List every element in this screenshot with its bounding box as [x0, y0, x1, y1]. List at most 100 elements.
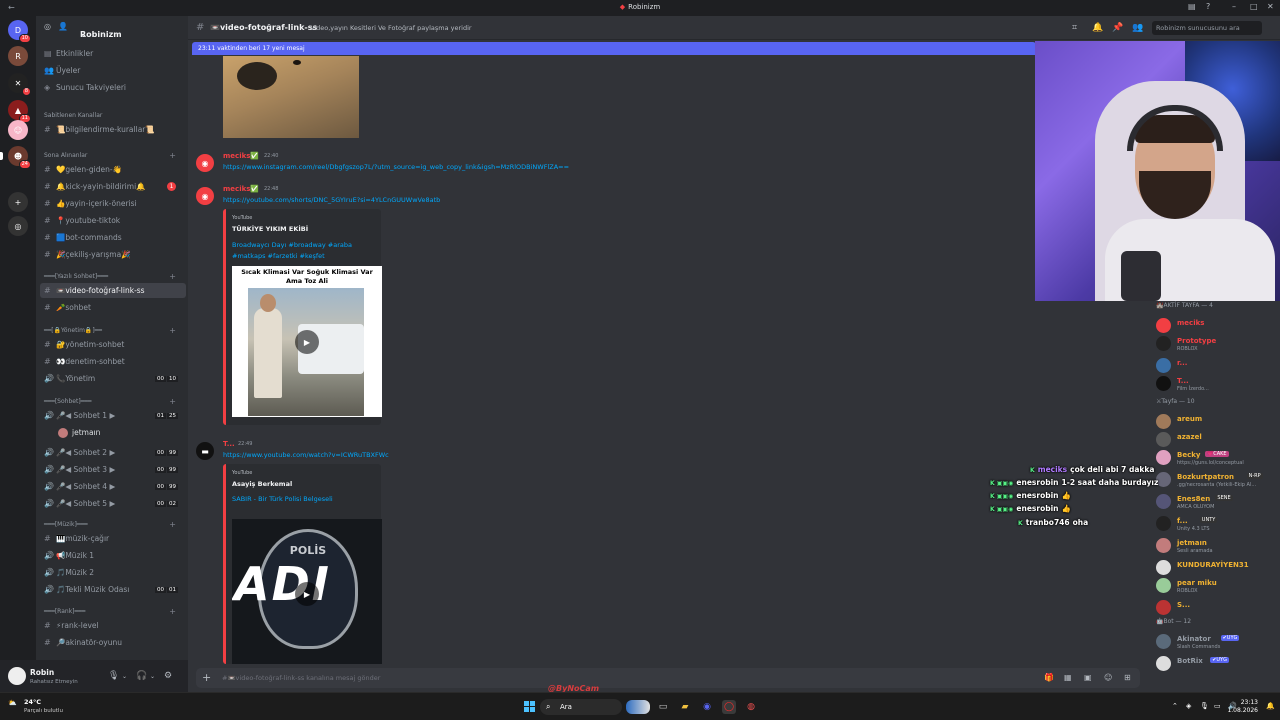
add-channel-icon[interactable]: +: [169, 151, 176, 160]
server-icon[interactable]: ✕ 8: [8, 73, 31, 96]
message-input[interactable]: #📼video-fotoğraf-link-ss kanalına mesaj …: [222, 674, 380, 682]
minimize-button[interactable]: –: [1232, 2, 1236, 11]
file-explorer-icon[interactable]: ▰: [678, 700, 692, 714]
bell-icon[interactable]: 🔔: [1092, 23, 1103, 33]
gif-icon[interactable]: ▦: [1064, 673, 1072, 682]
embed-title[interactable]: TÜRKİYE YIKIM EKİBİ: [232, 225, 308, 233]
tray-chevron-icon[interactable]: ⌃: [1172, 702, 1178, 710]
weather-icon[interactable]: ⛅: [8, 699, 17, 707]
channel-item[interactable]: # 🎉çekiliş-yarışma🎉: [40, 247, 186, 262]
add-channel-icon[interactable]: +: [169, 326, 176, 335]
task-view-icon[interactable]: ▭: [656, 700, 670, 714]
category-chat[interactable]: ━━━[Sohbet]━━━ +: [40, 394, 186, 409]
member-list-icon[interactable]: 👥: [1132, 23, 1143, 33]
add-member-icon[interactable]: 👤: [58, 22, 180, 31]
maximize-button[interactable]: □: [1250, 2, 1258, 11]
play-icon[interactable]: ▶: [295, 582, 319, 606]
pin-icon[interactable]: 📌: [1112, 23, 1123, 33]
message-composer[interactable]: + #📼video-fotoğraf-link-ss kanalına mesa…: [196, 668, 1140, 688]
server-icon[interactable]: R: [8, 46, 28, 66]
category-pinned[interactable]: Sabitlenen Kanallar: [40, 108, 186, 123]
play-icon[interactable]: ▶: [295, 330, 319, 354]
voice-channel[interactable]: 🔊 🎤◀ Sohbet 1 ▶ 01 25: [40, 408, 186, 423]
nav-boost[interactable]: ◈ Sunucu Takviyeleri: [40, 80, 186, 95]
obs-taskbar-icon[interactable]: ◍: [744, 700, 758, 714]
video-thumbnail[interactable]: Sıcak Klimasi Var Soğuk Klimasi Var Ama …: [232, 266, 382, 417]
member-item[interactable]: Becky https://guns.lol/conceptual 💗CAKE: [1156, 448, 1280, 466]
help-icon[interactable]: ?: [1206, 2, 1210, 11]
member-item[interactable]: pear miku ROBLOX: [1156, 576, 1280, 594]
voice-channel[interactable]: 🔊 🎵Müzik 2: [40, 565, 186, 580]
avatar[interactable]: ▬: [196, 442, 214, 460]
add-channel-icon[interactable]: +: [169, 272, 176, 281]
message-link[interactable]: https://youtube.com/shorts/DNC_5GYIruE?s…: [223, 196, 440, 204]
channel-item[interactable]: # 🥕sohbet: [40, 300, 186, 315]
start-menu-icon[interactable]: [524, 701, 536, 713]
opera-taskbar-icon[interactable]: ◯: [722, 700, 736, 714]
avatar[interactable]: ◉: [196, 187, 214, 205]
category-recent[interactable]: Sona Alınanlar +: [40, 148, 186, 163]
member-item[interactable]: jetmaın Sesli aramada: [1156, 536, 1280, 554]
member-item[interactable]: Akinator Slash Commands ✔UYG: [1156, 632, 1280, 650]
message-link[interactable]: https://www.instagram.com/reel/Dbgfgszop…: [223, 163, 569, 171]
voice-channel[interactable]: 🔊 🎤◀ Sohbet 5 ▶ 00 02: [40, 496, 186, 511]
server-icon[interactable]: ◎: [8, 216, 28, 236]
add-channel-icon[interactable]: +: [169, 607, 176, 616]
channel-item[interactable]: 🔊 📞Yönetim 00 10: [40, 371, 186, 386]
chevron-down-icon[interactable]: ⌄: [122, 673, 127, 680]
member-item[interactable]: azazel: [1156, 430, 1280, 448]
discord-taskbar-icon[interactable]: ◉: [700, 700, 714, 714]
server-header[interactable]: ◎ Robinizm ⌄ 👤: [36, 16, 188, 40]
category-management[interactable]: ━━[🔒Yönetim🔒]━━ +: [40, 323, 186, 338]
member-item[interactable]: f... Unity 4.3 LTS UNTY: [1156, 514, 1280, 532]
nav-calendar[interactable]: ▤ Etkinlikler: [40, 46, 186, 61]
taskbar-search[interactable]: ⌕ Ara: [540, 699, 622, 715]
voice-channel[interactable]: 🔊 🎤◀ Sohbet 3 ▶ 00 99: [40, 462, 186, 477]
server-icon[interactable]: ☺: [8, 120, 28, 140]
member-item[interactable]: S...: [1156, 598, 1280, 616]
avatar[interactable]: ◉: [196, 154, 214, 172]
channel-item[interactable]: # 📍youtube-tiktok: [40, 213, 186, 228]
channel-item[interactable]: # 🎹müzik-çağır: [40, 531, 186, 546]
channel-item[interactable]: # ⚡rank-level: [40, 618, 186, 633]
member-item[interactable]: KUNDURAYİYEN31: [1156, 558, 1280, 576]
headphones-icon[interactable]: 🎧: [136, 671, 147, 681]
message-link[interactable]: https://www.youtube.com/watch?v=ICWRuTBX…: [223, 451, 389, 459]
message-username[interactable]: meciks: [223, 152, 250, 160]
category-music[interactable]: ━━━[Müzik]━━━ +: [40, 517, 186, 532]
member-item[interactable]: meciks: [1156, 316, 1280, 334]
search-input[interactable]: Robinizm sunucusunu ara: [1152, 21, 1262, 35]
location-icon[interactable]: ◈: [1186, 702, 1191, 710]
voice-channel[interactable]: 🔊 🎤◀ Sohbet 4 ▶ 00 99: [40, 479, 186, 494]
member-item[interactable]: T... Film İzerdo...: [1156, 374, 1280, 392]
close-button[interactable]: ✕: [1267, 2, 1274, 11]
server-icon[interactable]: D 10: [8, 20, 31, 43]
channel-item-selected[interactable]: # 📼video-fotoğraf-link-ss: [40, 283, 186, 298]
category-text[interactable]: ━━━[Yazılı Sohbet]━━━ +: [40, 269, 186, 284]
sticker-icon[interactable]: ▣: [1084, 673, 1092, 682]
member-item[interactable]: BotRix ✔UYG: [1156, 654, 1280, 672]
video-thumbnail[interactable]: POLİS ADI ▶: [232, 519, 382, 664]
server-icon[interactable]: ☻ 24: [8, 146, 31, 169]
voice-user[interactable]: jetmaın: [40, 425, 186, 440]
threads-icon[interactable]: ⌗: [1072, 23, 1077, 33]
mic-tray-icon[interactable]: 🎙: [1200, 702, 1209, 710]
category-rank[interactable]: ━━━[Rank]━━━ +: [40, 604, 186, 619]
channel-item[interactable]: # 🟦bot-commands: [40, 230, 186, 245]
server-icon[interactable]: +: [8, 192, 28, 212]
add-attachment-icon[interactable]: +: [202, 671, 211, 684]
dog-image-attachment[interactable]: [223, 56, 359, 138]
channel-item[interactable]: # 👍yayin-içerik-önerisi: [40, 196, 186, 211]
embed-title[interactable]: Asayiş Berkemal: [232, 480, 292, 488]
gift-icon[interactable]: 🎁: [1044, 673, 1054, 682]
add-channel-icon[interactable]: +: [169, 520, 176, 529]
voice-channel[interactable]: 🔊 📢Müzik 1: [40, 548, 186, 563]
embed-description[interactable]: SABIR - Bir Türk Polisi Belgeseli: [232, 494, 377, 505]
network-icon[interactable]: ▭: [1214, 702, 1221, 710]
channel-topic[interactable]: Video,yayın Kesitleri Ve Fotoğraf paylaş…: [310, 24, 472, 32]
member-item[interactable]: Enes8en AMCA OLUYOM SENE: [1156, 492, 1280, 510]
gear-icon[interactable]: ⚙: [164, 671, 172, 681]
notification-icon[interactable]: 🔔: [1266, 702, 1275, 710]
server-icon[interactable]: ▲ 11: [8, 100, 31, 123]
widget-image[interactable]: [626, 700, 650, 714]
